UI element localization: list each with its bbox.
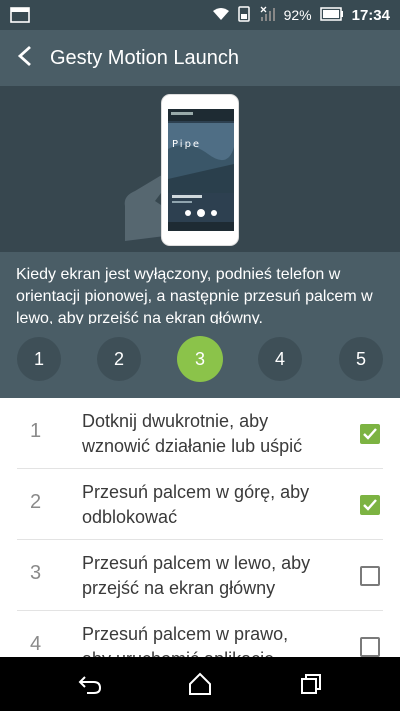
gesture-number: 3	[30, 562, 42, 584]
checkmark-icon	[363, 428, 377, 440]
gesture-checkbox[interactable]	[360, 566, 380, 586]
gesture-checkbox[interactable]	[360, 495, 380, 515]
gesture-row[interactable]: 4 Przesuń palcem w prawo, aby uruchomić …	[17, 611, 383, 657]
back-icon[interactable]	[77, 671, 103, 697]
phone-screen: Pipe	[168, 109, 234, 231]
instruction-text: Kiedy ekran jest wyłączony, podnieś tele…	[0, 252, 400, 324]
home-icon[interactable]	[187, 671, 213, 697]
step-1-button[interactable]: 1	[17, 337, 61, 381]
gesture-number: 2	[30, 491, 42, 513]
step-5-button[interactable]: 5	[339, 337, 383, 381]
gesture-number: 1	[30, 420, 42, 442]
phone-song-title: Pipe	[172, 139, 202, 150]
navigation-bar	[0, 657, 400, 711]
signal-icon	[260, 6, 276, 25]
gesture-checkbox[interactable]	[360, 637, 380, 657]
gesture-row[interactable]: 3 Przesuń palcem w lewo, aby przejść na …	[17, 540, 383, 611]
gesture-checkbox[interactable]	[360, 424, 380, 444]
app-bar: Gesty Motion Launch	[0, 30, 400, 86]
checkmark-icon	[363, 499, 377, 511]
step-4-button[interactable]: 4	[258, 337, 302, 381]
gesture-label: Przesuń palcem w prawo, aby uruchomić ap…	[82, 624, 289, 657]
gesture-label: Dotknij dwukrotnie, aby wznowić działani…	[82, 411, 303, 456]
wifi-icon	[212, 7, 230, 24]
gesture-list: 1 Dotknij dwukrotnie, aby wznowić działa…	[0, 398, 400, 657]
gesture-number: 4	[30, 633, 42, 655]
step-selector: 1 2 3 4 5	[0, 324, 400, 398]
step-2-button[interactable]: 2	[97, 337, 141, 381]
page-title: Gesty Motion Launch	[50, 46, 239, 69]
phone-data-icon	[237, 5, 252, 25]
gesture-illustration: Pipe	[0, 86, 400, 252]
gesture-row[interactable]: 2 Przesuń palcem w górę, aby odblokować	[17, 469, 383, 540]
clock: 17:34	[351, 6, 390, 24]
chevron-left-icon	[17, 45, 33, 72]
battery-percent: 92%	[283, 7, 312, 23]
back-button[interactable]	[0, 30, 50, 86]
notification-icon	[10, 7, 30, 26]
phone-illustration: Pipe	[161, 94, 239, 246]
recents-icon[interactable]	[298, 671, 324, 697]
step-3-button[interactable]: 3	[177, 336, 223, 382]
battery-icon	[319, 6, 344, 24]
gesture-row[interactable]: 1 Dotknij dwukrotnie, aby wznowić działa…	[17, 398, 383, 469]
status-bar: 92% 17:34	[0, 0, 400, 30]
gesture-label: Przesuń palcem w lewo, aby przejść na ek…	[82, 553, 311, 598]
gesture-label: Przesuń palcem w górę, aby odblokować	[82, 482, 310, 527]
